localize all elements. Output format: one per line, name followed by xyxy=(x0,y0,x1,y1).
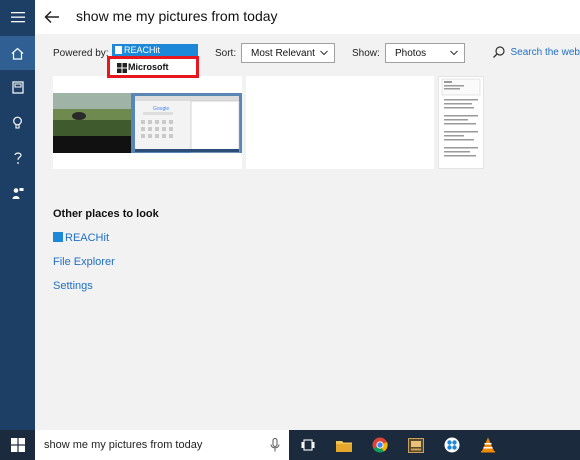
search-query-title: show me my pictures from today xyxy=(76,8,278,24)
place-link-settings[interactable]: Settings xyxy=(53,280,93,292)
windows-logo-icon xyxy=(10,438,25,452)
provider-option-microsoft[interactable]: Microsoft xyxy=(107,56,199,78)
back-arrow-icon[interactable] xyxy=(43,8,61,26)
search-icon xyxy=(492,46,505,58)
chevron-down-icon xyxy=(320,50,328,56)
provider-option-label: Microsoft xyxy=(128,62,169,72)
taskbar: show me my pictures from today xyxy=(0,430,580,460)
place-label: REACHit xyxy=(65,232,110,244)
photo-thumbnail[interactable] xyxy=(438,76,484,169)
reachit-logo-icon xyxy=(115,46,122,54)
provider-selected-label: REACHit xyxy=(124,45,161,55)
show-value: Photos xyxy=(395,48,427,59)
file-explorer-icon[interactable] xyxy=(326,430,362,460)
taskbar-search-text: show me my pictures from today xyxy=(44,439,203,451)
search-the-web-label: Search the web xyxy=(510,47,580,58)
cortana-sidebar xyxy=(0,0,35,430)
home-icon[interactable] xyxy=(0,36,35,70)
place-link-file-explorer[interactable]: File Explorer xyxy=(53,256,115,268)
sort-label: Sort: xyxy=(215,48,237,59)
thumbnail-google-text: Google xyxy=(153,106,169,112)
search-header: show me my pictures from today xyxy=(35,0,580,34)
photo-thumbnail[interactable] xyxy=(246,76,434,169)
sort-dropdown[interactable]: Most Relevant xyxy=(241,43,335,63)
hamburger-menu-icon[interactable] xyxy=(0,0,35,34)
notebook-icon[interactable] xyxy=(0,70,35,104)
sort-value: Most Relevant xyxy=(251,48,315,59)
vlc-icon[interactable] xyxy=(470,430,506,460)
photo-thumbnail[interactable]: Google xyxy=(53,76,242,169)
windows-logo-icon xyxy=(117,63,127,73)
show-label: Show: xyxy=(352,48,380,59)
reachit-logo-icon xyxy=(53,232,63,242)
search-the-web-link[interactable]: Search the web xyxy=(492,46,580,58)
show-dropdown[interactable]: Photos xyxy=(385,43,465,63)
chrome-icon[interactable] xyxy=(362,430,398,460)
document-image xyxy=(441,78,481,157)
screenshot-image: Google xyxy=(53,76,242,169)
start-button[interactable] xyxy=(0,430,35,460)
app-icon[interactable] xyxy=(398,430,434,460)
microphone-icon[interactable] xyxy=(270,438,280,452)
taskbar-search-box[interactable]: show me my pictures from today xyxy=(35,430,289,460)
help-icon[interactable] xyxy=(0,141,35,175)
powered-by-label: Powered by: xyxy=(53,48,109,59)
task-view-icon[interactable] xyxy=(290,430,326,460)
results-pane: Powered by: REACHit Sort: Most Relevant … xyxy=(35,34,580,430)
reachit-icon[interactable] xyxy=(434,430,470,460)
other-places-heading: Other places to look xyxy=(53,208,159,220)
place-link-reachit[interactable]: REACHit xyxy=(53,232,109,244)
chevron-down-icon xyxy=(450,50,458,56)
feedback-icon[interactable] xyxy=(0,176,35,210)
lightbulb-icon[interactable] xyxy=(0,106,35,140)
